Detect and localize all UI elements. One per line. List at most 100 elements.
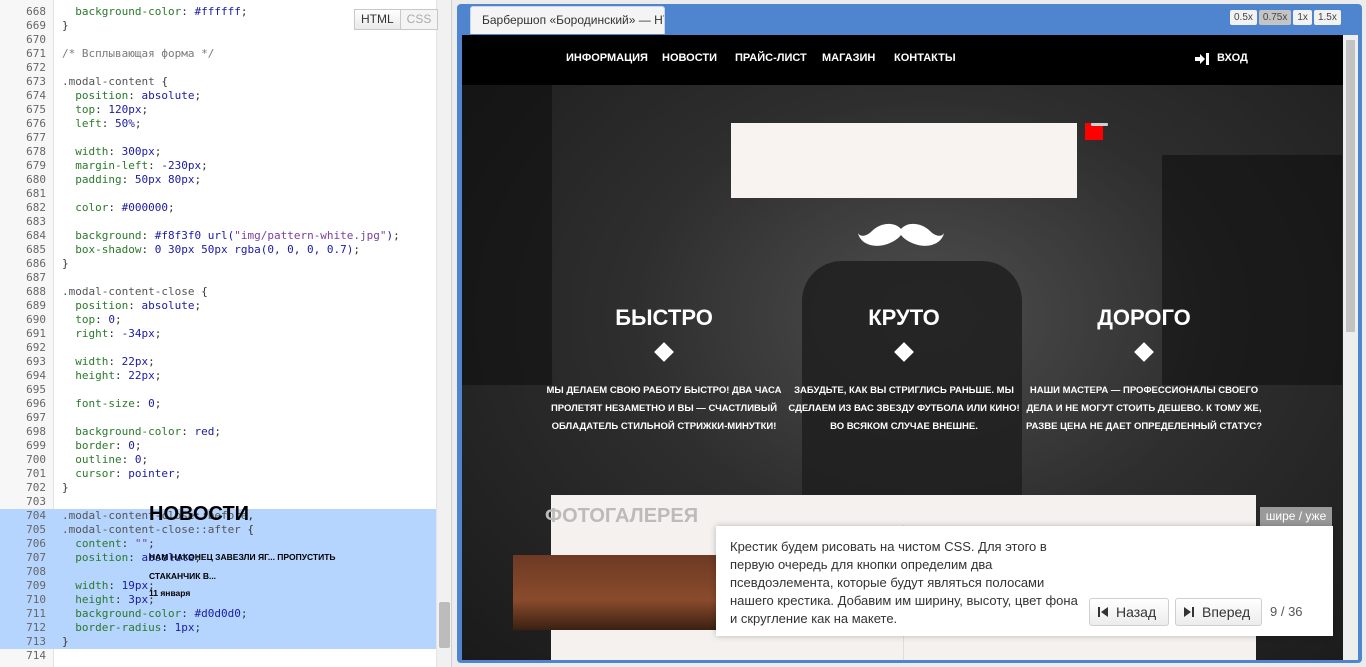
nav-contacts[interactable]: КОНТАКТЫ [894, 52, 956, 64]
editor-scroll-thumb[interactable] [439, 602, 450, 648]
code-line[interactable]: 689 position: absolute; [0, 299, 436, 313]
line-number: 706 [26, 537, 46, 550]
code-line[interactable]: 701 cursor: pointer; [0, 467, 436, 481]
feature-expensive-title: ДОРОГО [1097, 305, 1191, 330]
code-line[interactable]: 678 width: 300px; [0, 145, 436, 159]
gallery-heading: ФОТОГАЛЕРЕЯ [545, 505, 699, 527]
code-token: ; [194, 621, 202, 634]
code-token: : [95, 103, 109, 116]
code-line[interactable]: 685 box-shadow: 0 30px 50px rgba(0, 0, 0… [0, 243, 436, 257]
code-line[interactable]: 686} [0, 257, 436, 271]
code-token: ; [154, 397, 162, 410]
code-text: background-color: red; [62, 425, 221, 439]
code-line[interactable]: 679 margin-left: -230px; [0, 159, 436, 173]
line-number: 688 [26, 285, 46, 298]
code-token: -230px [161, 159, 202, 172]
line-number: 691 [26, 327, 46, 340]
tab-css[interactable]: CSS [400, 9, 439, 30]
code-line[interactable]: 687 [0, 271, 436, 285]
code-line[interactable]: 698 background-color: red; [0, 425, 436, 439]
code-token: 0 [148, 397, 155, 410]
back-button[interactable]: Назад [1089, 598, 1169, 626]
code-token: background [62, 229, 142, 242]
code-line[interactable]: 671 /* Всплывающая форма */ [0, 47, 436, 61]
feature-expensive-diamond-icon [1134, 342, 1154, 362]
login-link[interactable]: ВХОД [1195, 52, 1248, 65]
code-line[interactable]: 694 height: 22px; [0, 369, 436, 383]
modal-content [731, 123, 1077, 198]
line-number: 701 [26, 467, 46, 480]
code-line[interactable]: 699 border: 0; [0, 439, 436, 453]
code-token: : [114, 467, 129, 480]
code-line[interactable]: 674 position: absolute; [0, 89, 436, 103]
code-token: 0 [108, 313, 115, 326]
preview-scroll-thumb[interactable] [1346, 40, 1355, 332]
nav-shop[interactable]: МАГАЗИН [822, 52, 875, 64]
code-token: position [62, 299, 129, 312]
code-token: : [128, 89, 142, 102]
line-number: 684 [26, 229, 46, 242]
code-line[interactable]: 697 [0, 411, 436, 425]
code-token: ; [240, 5, 248, 18]
code-text: content: ""; [62, 537, 155, 551]
code-text: background-color: #d0d0d0; [62, 607, 247, 621]
code-token: } [62, 635, 69, 648]
code-line[interactable]: 692 [0, 341, 436, 355]
code-line[interactable]: 690 top: 0; [0, 313, 436, 327]
code-token: red [194, 425, 215, 438]
app-window: 668 background-color: #ffffff; 669} 670 671… [0, 0, 1366, 667]
editor-scrollbar[interactable] [436, 0, 451, 667]
code-line[interactable]: 702} [0, 481, 436, 495]
code-text: color: #000000; [62, 201, 174, 215]
zoom-1x-button[interactable]: 1x [1293, 10, 1312, 25]
code-line[interactable]: 676 left: 50%; [0, 117, 436, 131]
nav-prices[interactable]: ПРАЙС-ЛИСТ [735, 52, 807, 64]
code-token: right [62, 327, 109, 340]
code-token: color [62, 201, 109, 214]
browser-tab[interactable]: Барбершоп «Бородинский» — HTML [470, 6, 665, 34]
code-line[interactable]: 681 [0, 187, 436, 201]
code-token: top [62, 103, 96, 116]
code-line[interactable]: 711 background-color: #d0d0d0; [0, 607, 436, 621]
nav-news[interactable]: НОВОСТИ [662, 52, 717, 64]
line-number: 668 [26, 5, 46, 18]
code-line[interactable]: 700 outline: 0; [0, 453, 436, 467]
code-line[interactable]: 677 [0, 131, 436, 145]
code-line[interactable]: 688 .modal-content-close { [0, 285, 436, 299]
code-line[interactable]: 684 background: #f8f3f0 url("img/pattern… [0, 229, 436, 243]
code-line[interactable]: 682 color: #000000; [0, 201, 436, 215]
code-line[interactable]: 712 border-radius: 1px; [0, 621, 436, 635]
news-item-text[interactable]: НАМ НАКОНЕЦ ЗАВЕЗЛИ ЯГ... ПРОПУСТИТЬ СТА… [149, 548, 349, 586]
code-token: absolute [141, 89, 195, 102]
code-token: -34px [121, 327, 155, 340]
code-line[interactable]: 693 width: 22px; [0, 355, 436, 369]
nav-info[interactable]: ИНФОРМАЦИЯ [566, 52, 648, 64]
zoom-1.5x-button[interactable]: 1.5x [1313, 10, 1341, 25]
width-toggle-button[interactable]: шире / уже [1260, 507, 1332, 526]
code-token: : [128, 551, 142, 564]
code-line[interactable]: 670 [0, 33, 436, 47]
code-text: /* Всплывающая форма */ [62, 47, 214, 61]
line-number: 675 [26, 103, 46, 116]
code-line[interactable]: 691 right: -34px; [0, 327, 436, 341]
code-line[interactable]: 673 .modal-content { [0, 75, 436, 89]
code-line[interactable]: 695 [0, 383, 436, 397]
code-line[interactable]: 710 height: 3px; [0, 593, 436, 607]
code-text: outline: 0; [62, 453, 148, 467]
zoom-0.75x-button[interactable]: 0.75x [1258, 10, 1292, 25]
zoom-0.5x-button[interactable]: 0.5x [1230, 10, 1257, 25]
code-line[interactable]: 696 font-size: 0; [0, 397, 436, 411]
code-line[interactable]: 672 [0, 61, 436, 75]
code-token: ; [194, 299, 202, 312]
code-line[interactable]: 714 [0, 649, 436, 663]
code-line[interactable]: 680 padding: 50px 80px; [0, 173, 436, 187]
code-token: padding [62, 173, 122, 186]
code-line[interactable]: 675 top: 120px; [0, 103, 436, 117]
code-line[interactable]: 713} [0, 635, 436, 649]
next-button[interactable]: Вперед [1175, 598, 1262, 626]
tab-html[interactable]: HTML [354, 9, 401, 30]
code-token: "" [134, 537, 149, 550]
line-number: 686 [26, 257, 46, 270]
code-line[interactable]: 683 [0, 215, 436, 229]
skip-back-icon [1098, 607, 1108, 617]
